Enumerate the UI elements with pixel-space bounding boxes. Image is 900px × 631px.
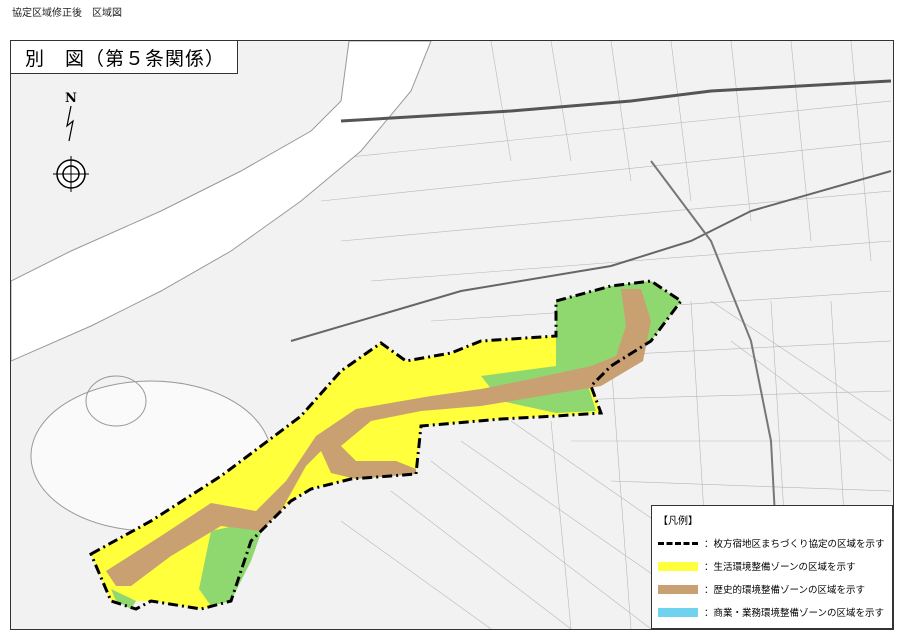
header-caption: 協定区域修正後 区域図	[12, 8, 122, 19]
legend-item-commercial: ：商業・業務環境整備ゾーンの区域を示す	[658, 605, 884, 619]
legend-item-historic: ：歴史的環境整備ゾーンの区域を示す	[658, 582, 865, 596]
legend-item-boundary: ：枚方宿地区まちづくり協定の区域を示す	[658, 536, 885, 550]
legend-swatch-historic	[658, 584, 698, 594]
legend-label-commercial: ：商業・業務環境整備ゾーンの区域を示す	[704, 608, 885, 619]
legend-title: 【凡例】	[658, 516, 698, 527]
legend-label-boundary: ：枚方宿地区まちづくり協定の区域を示す	[704, 539, 885, 550]
legend-swatch-boundary	[658, 541, 698, 545]
legend-label-historic: ：歴史的環境整備ゾーンの区域を示す	[704, 585, 866, 596]
north-label: N	[65, 91, 77, 106]
legend: 【凡例】 ：枚方宿地区まちづくり協定の区域を示す ：生活環境整備ゾーンの区域を示…	[651, 505, 893, 629]
map-title: 別 図（第５条関係）	[10, 40, 238, 74]
legend-swatch-living	[658, 561, 698, 571]
legend-swatch-commercial	[658, 607, 698, 617]
legend-label-living: ：生活環境整備ゾーンの区域を示す	[704, 562, 856, 573]
legend-item-living: ：生活環境整備ゾーンの区域を示す	[658, 559, 856, 573]
